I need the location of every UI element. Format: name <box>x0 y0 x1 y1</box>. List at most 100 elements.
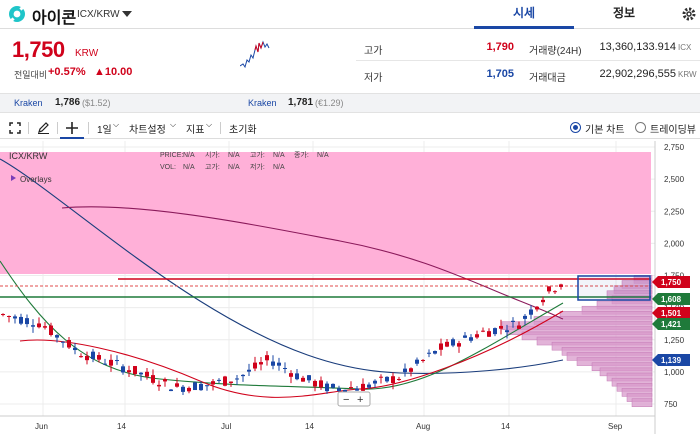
ohlc-field: 종가: <box>294 150 309 159</box>
candle-body <box>229 381 233 383</box>
candle-body <box>487 331 491 337</box>
price-chart[interactable]: 2,7502,5002,2502,0001,7501,5001,2501,000… <box>0 141 700 434</box>
candle-body <box>385 376 389 382</box>
amount-value: 22,902,296,555 <box>599 68 676 80</box>
chevron-down-icon[interactable]: ⌵ <box>206 120 212 130</box>
price-tag-label: 1,750 <box>661 278 682 287</box>
ohlc-field: VOL: <box>160 164 176 171</box>
chevron-down-icon[interactable]: ⌵ <box>170 120 176 130</box>
ohlc-field: 시가: <box>205 150 220 159</box>
zoom-in-icon[interactable]: + <box>357 394 363 406</box>
candle-body <box>121 366 125 373</box>
candle-body <box>523 315 527 319</box>
candle-body <box>457 343 461 347</box>
gear-icon[interactable] <box>680 5 698 23</box>
candle-body <box>433 351 437 354</box>
candle-body <box>139 372 143 375</box>
interval-select[interactable]: 1일 <box>97 121 112 136</box>
volume-unit: ICX <box>678 43 692 52</box>
candle-body <box>211 381 215 385</box>
radio-tradingview[interactable] <box>635 122 646 133</box>
tab-info[interactable]: 정보 <box>574 0 674 29</box>
price-tag-label: 1,501 <box>661 309 682 318</box>
candle-body <box>427 352 431 354</box>
candle-body <box>379 376 383 378</box>
low-label: 저가 <box>364 73 383 84</box>
candle-body <box>115 360 119 362</box>
candle-body <box>79 356 83 358</box>
crosshair-icon[interactable] <box>66 122 78 134</box>
current-price: 1,750 <box>12 37 65 62</box>
candle-body <box>313 380 317 387</box>
candle-body <box>349 387 353 389</box>
candle-body <box>403 368 407 373</box>
chart-settings-menu[interactable]: 차트설정 <box>129 121 166 136</box>
divider <box>57 122 58 134</box>
horizontal-levels <box>0 278 651 298</box>
divider <box>28 122 29 134</box>
profile-bar <box>631 398 653 407</box>
price-tag-label: 1,608 <box>661 295 682 304</box>
candle-body <box>505 330 509 333</box>
candle-body <box>373 380 377 384</box>
candle-body <box>247 369 251 372</box>
basic-chart-label[interactable]: 기본 차트 <box>585 121 625 136</box>
ohlc-field: 저가: <box>250 162 265 171</box>
candle-body <box>37 323 41 328</box>
candle-body <box>547 286 551 292</box>
tab-market[interactable]: 시세 <box>474 0 574 29</box>
change-label: 전일대비 <box>14 70 48 80</box>
divider <box>220 122 221 134</box>
candle-body <box>319 380 323 388</box>
indicators-menu[interactable]: 지표 <box>186 121 204 136</box>
reset-button[interactable]: 초기화 <box>229 121 257 136</box>
kraken-name-usd[interactable]: Kraken <box>14 98 43 108</box>
coin-name[interactable]: 아이콘 <box>32 4 76 28</box>
candle-body <box>67 340 71 348</box>
candle-body <box>109 359 113 366</box>
change-amount: ▲10.00 <box>94 66 133 78</box>
y-tick-label: 2,500 <box>664 175 685 184</box>
radio-basic-chart[interactable] <box>570 122 581 133</box>
candle-body <box>271 361 275 366</box>
candle-body <box>421 359 425 361</box>
candle-body <box>355 388 359 391</box>
candlesticks <box>1 283 563 399</box>
candle-body <box>97 355 101 360</box>
fullscreen-icon[interactable] <box>9 122 21 134</box>
candle-body <box>73 347 77 351</box>
overlays-toggle[interactable]: Overlays <box>20 175 52 184</box>
chevron-down-icon[interactable] <box>122 11 132 17</box>
kraken-bar: Kraken 1,786 ($1.52) Kraken 1,781 (€1.29… <box>0 93 700 113</box>
zoom-out-icon[interactable]: − <box>343 394 349 406</box>
candle-body <box>163 379 167 382</box>
candle-body <box>325 383 329 392</box>
trading-pair[interactable]: ICX/KRW <box>77 9 120 20</box>
candle-body <box>25 318 29 325</box>
selection-box[interactable] <box>577 275 651 301</box>
ma-line <box>19 310 564 398</box>
candle-body <box>43 326 47 328</box>
amount-label: 거래대금 <box>529 73 566 84</box>
pencil-icon[interactable] <box>37 121 50 134</box>
price-currency: KRW <box>75 48 99 59</box>
candle-body <box>463 335 467 338</box>
chevron-down-icon[interactable]: ⌵ <box>113 120 119 130</box>
x-tick-label: 14 <box>305 422 314 431</box>
candle-body <box>451 339 455 346</box>
divider <box>356 60 700 61</box>
tradingview-label[interactable]: 트레이딩뷰 <box>650 121 696 136</box>
ma-line <box>0 260 564 390</box>
crosshair-active-indicator <box>60 137 84 139</box>
resistance-zone <box>0 152 651 274</box>
kraken-name-eur[interactable]: Kraken <box>248 98 277 108</box>
volume-label: 거래량(24H) <box>529 46 582 57</box>
candle-body <box>307 375 311 381</box>
candle-body <box>187 387 191 392</box>
candle-body <box>277 362 281 366</box>
x-tick-label: Aug <box>416 422 430 431</box>
candle-body <box>469 337 473 341</box>
ohlc-field: PRICE: <box>160 152 183 159</box>
ohlc-field: 고가: <box>250 150 265 159</box>
zoom-control[interactable]: − + <box>337 391 371 407</box>
